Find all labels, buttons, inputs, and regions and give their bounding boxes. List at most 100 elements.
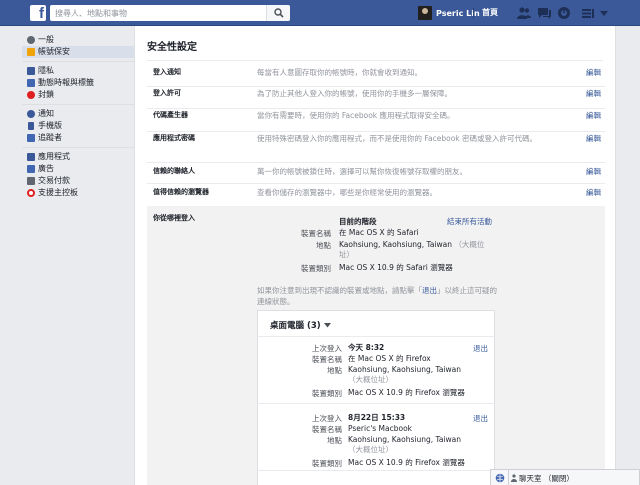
location-text: Kaohsiung, Kaohsiung, Taiwan	[348, 435, 462, 444]
apps-icon	[27, 153, 35, 161]
end-all-activity-link[interactable]: 結束所有活動	[447, 216, 492, 227]
sidebar-item-support[interactable]: 支援主控板	[22, 187, 134, 199]
sidebar-item-label: 封鎖	[38, 90, 54, 99]
device-type-value: Mac OS X 10.9 的 Firefox 瀏覽器	[348, 388, 465, 397]
setting-label: 登入許可	[153, 89, 181, 97]
home-link[interactable]: 首頁	[482, 6, 498, 20]
page-title: 安全性設定	[147, 42, 197, 53]
setting-row-login-alerts[interactable]: 登入通知 每當有人意圖存取你的帳號時，你就會收到通知。 編輯	[147, 67, 605, 87]
sidebar-group: 通知 手機版 追蹤者	[22, 104, 134, 147]
search-button[interactable]	[266, 5, 290, 21]
sidebar-item-general[interactable]: 一般	[22, 34, 134, 46]
sidebar-item-label: 追蹤者	[38, 133, 62, 142]
last-login-key: 上次登入	[312, 414, 342, 423]
rss-icon	[27, 134, 35, 142]
sidebar-group: 一般 帳號保安	[22, 34, 134, 61]
device-type-key: 裝置類別	[312, 389, 342, 398]
chevron-down-icon	[323, 323, 331, 328]
device-type-key: 裝置類別	[312, 459, 342, 468]
setting-row-trusted-contacts[interactable]: 信賴的聯絡人 萬一你的帳號被鎖住時，選擇可以幫你恢復帳號存取權的朋友。 編輯	[147, 166, 605, 184]
friend-requests-icon[interactable]	[516, 6, 532, 20]
sidebar-item-label: 帳號保安	[38, 47, 70, 56]
privacy-shortcuts-icon[interactable]	[580, 6, 596, 20]
sidebar-item-apps[interactable]: 應用程式	[22, 151, 134, 163]
chat-globe-button[interactable]	[491, 470, 509, 485]
device-type-key: 裝置類別	[301, 264, 331, 273]
device-name-value: 在 Mac OS X 的 Firefox	[348, 354, 431, 363]
mobile-icon	[28, 122, 34, 130]
gear-icon	[27, 36, 35, 44]
current-session-title: 目前的階段	[339, 217, 377, 226]
setting-row-code-generator[interactable]: 代碼產生器 當你有需要時，使用你的 Facebook 應用程式取得安全碼。 編輯	[147, 110, 605, 132]
edit-link[interactable]: 編輯	[586, 110, 601, 121]
sidebar-item-label: 廣告	[38, 164, 54, 173]
location-key: 地點	[327, 436, 342, 445]
session-logout-link[interactable]: 退出	[473, 343, 488, 354]
location-approx: （大概位址）	[348, 445, 393, 454]
setting-description: 使用特殊密碼登入你的應用程式，而不是使用你的 Facebook 密碼或登入許可代…	[257, 134, 538, 143]
facebook-logo-icon[interactable]: f	[30, 5, 46, 21]
chat-bar[interactable]: 聊天室 （關閉）	[490, 469, 640, 485]
device-name-key: 裝置名稱	[312, 355, 342, 364]
chat-person-icon	[511, 474, 517, 482]
location-key: 地點	[316, 241, 331, 250]
settings-sidebar: 一般 帳號保安 隱私 動態時報與標籤 封鎖 通知 手機版 追蹤者 應用程式 廣告…	[22, 34, 134, 202]
edit-link[interactable]: 編輯	[586, 67, 601, 78]
device-type-value: Mac OS X 10.9 的 Firefox 瀏覽器	[348, 458, 465, 467]
lifebuoy-icon	[27, 189, 35, 197]
search-box	[50, 5, 290, 21]
device-name-value: Pseric's Macbook	[348, 424, 413, 433]
edit-link[interactable]: 編輯	[586, 133, 601, 144]
logout-link[interactable]: 退出	[422, 286, 437, 295]
setting-row-trusted-browsers[interactable]: 值得信賴的瀏覽器 查看你儲存的瀏覽器中，哪些是你經常使用的瀏覽器。 編輯	[147, 187, 605, 205]
setting-row-login-approvals[interactable]: 登入許可 為了防止其他人登入你的帳號，使用你的手機多一層保障。 編輯	[147, 88, 605, 109]
location-text: Kaohsiung, Kaohsiung, Taiwan	[348, 365, 462, 374]
sidebar-item-privacy[interactable]: 隱私	[22, 65, 134, 77]
edit-link[interactable]: 編輯	[586, 166, 601, 177]
sidebar-group: 應用程式 廣告 交易付款 支援主控板	[22, 147, 134, 202]
setting-label: 信賴的聯絡人	[153, 167, 195, 175]
divider	[147, 60, 603, 61]
location-approx: （大概位址）	[348, 375, 393, 384]
sidebar-item-mobile[interactable]: 手機版	[22, 120, 134, 132]
edit-link[interactable]: 編輯	[586, 88, 601, 99]
sidebar-item-security[interactable]: 帳號保安	[22, 46, 134, 58]
padlock-icon	[27, 67, 35, 75]
setting-label: 登入通知	[153, 68, 181, 76]
desktop-sessions-header[interactable]: 桌面電腦 (3)	[258, 311, 494, 337]
notice-text: 如果你注意到出現不認識的裝置或地點，請點擊「	[257, 286, 422, 295]
lock-icon	[27, 48, 35, 56]
location-text: Kaohsiung, Kaohsiung, Taiwan	[339, 240, 453, 249]
payments-icon	[27, 177, 35, 185]
setting-description: 每當有人意圖存取你的帳號時，你就會收到通知。	[257, 68, 422, 77]
security-notice: 如果你注意到出現不認識的裝置或地點，請點擊「退出」以終止這可疑的連線狀態。	[257, 285, 497, 307]
setting-row-app-passwords[interactable]: 應用程式密碼 使用特殊密碼登入你的應用程式，而不是使用你的 Facebook 密…	[147, 133, 605, 163]
location-value: Kaohsiung, Kaohsiung, Taiwan （大概位址）	[348, 435, 478, 455]
sidebar-item-label: 應用程式	[38, 152, 70, 161]
search-icon	[274, 8, 284, 18]
sidebar-item-followers[interactable]: 追蹤者	[22, 132, 134, 144]
edit-link[interactable]: 編輯	[586, 187, 601, 198]
messages-icon[interactable]	[536, 6, 552, 20]
sidebar-item-payments[interactable]: 交易付款	[22, 175, 134, 187]
last-login-value: 8月22日 15:33	[348, 413, 406, 422]
sidebar-item-ads[interactable]: 廣告	[22, 163, 134, 175]
sidebar-item-label: 通知	[38, 109, 54, 118]
chat-label: 聊天室 （關閉）	[519, 474, 574, 483]
topbar-divider	[473, 8, 474, 18]
desktop-sessions-title: 桌面電腦 (3)	[270, 319, 331, 331]
sidebar-item-notifications[interactable]: 通知	[22, 108, 134, 120]
search-input[interactable]	[50, 5, 264, 21]
profile-link[interactable]: Pseric Lin	[418, 6, 480, 20]
sidebar-item-timeline[interactable]: 動態時報與標籤	[22, 77, 134, 89]
account-menu-icon[interactable]	[598, 6, 614, 20]
last-login-value: 今天 8:32	[348, 343, 385, 352]
globe-icon	[495, 473, 505, 483]
notifications-icon[interactable]	[556, 6, 572, 20]
session-logout-link[interactable]: 退出	[473, 413, 488, 424]
sidebar-item-label: 手機版	[38, 121, 62, 130]
location-key: 地點	[327, 366, 342, 375]
setting-label: 應用程式密碼	[153, 134, 195, 142]
setting-description: 萬一你的帳號被鎖住時，選擇可以幫你恢復帳號存取權的朋友。	[257, 167, 467, 176]
sidebar-item-blocking[interactable]: 封鎖	[22, 89, 134, 101]
